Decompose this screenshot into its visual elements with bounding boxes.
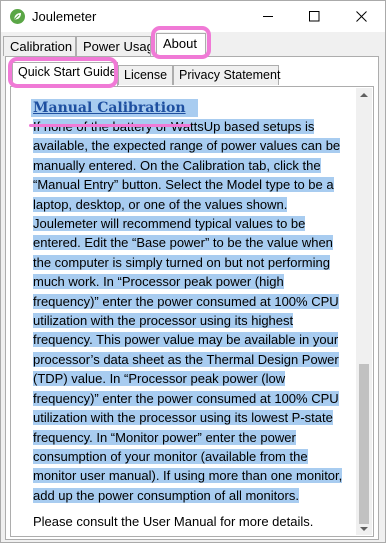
tab-privacy-statement[interactable]: Privacy Statement — [173, 65, 280, 85]
scroll-down-icon[interactable] — [360, 527, 368, 531]
window-title: Joulemeter — [32, 9, 97, 24]
scroll-up-icon[interactable] — [360, 93, 368, 97]
guide-note: Please consult the User Manual for more … — [33, 514, 314, 530]
heading-annotation-underline — [29, 124, 191, 127]
vertical-scrollbar[interactable] — [356, 88, 372, 535]
maximize-icon — [309, 11, 320, 22]
tab-power-usage[interactable]: Power Usage — [76, 36, 151, 56]
guide-heading: Manual Calibration — [31, 99, 198, 117]
guide-viewer[interactable]: Manual Calibration If none of the batter… — [10, 86, 374, 537]
close-button[interactable] — [339, 1, 385, 32]
guide-paragraph: If none of the battery or WattsUp based … — [33, 117, 351, 505]
close-icon — [356, 11, 367, 22]
guide-content: Manual Calibration If none of the batter… — [31, 99, 351, 530]
about-panel: Quick Start Guide License Privacy Statem… — [5, 56, 379, 540]
minimize-icon — [263, 16, 273, 17]
joulemeter-leaf-icon — [10, 9, 25, 24]
guide-paragraph-text: If none of the battery or WattsUp based … — [33, 119, 343, 503]
tab-calibration[interactable]: Calibration — [3, 36, 76, 56]
about-tab-annotation-ring — [151, 26, 211, 59]
quick-start-tab-annotation-ring — [8, 57, 118, 88]
maximize-button[interactable] — [292, 1, 338, 32]
minimize-button[interactable] — [246, 1, 292, 32]
joulemeter-window: Joulemeter Calibration Power Usage About… — [0, 0, 386, 543]
tab-license[interactable]: License — [118, 65, 173, 85]
scrollbar-thumb[interactable] — [359, 364, 369, 524]
